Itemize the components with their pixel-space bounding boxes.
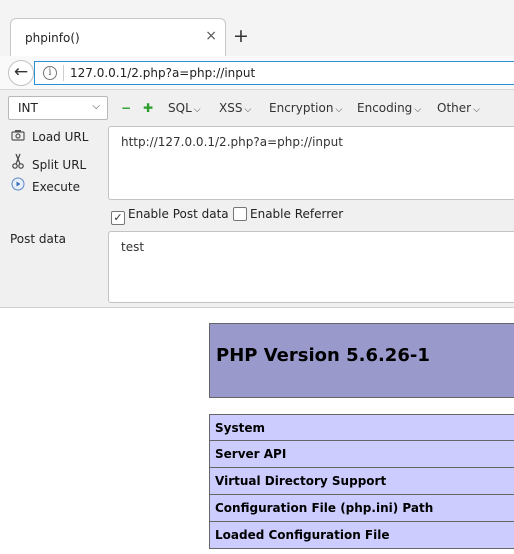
php-info-table: System Server API Virtual Directory Supp…: [209, 414, 514, 549]
navigation-bar: ← i 127.0.0.1/2.php?a=php://input: [0, 56, 514, 90]
chevron-down-icon: ⌵: [335, 105, 343, 115]
hackbar-toolbar: INT ⌵ − ✚ SQL ⌵ XSS ⌵ Encryption ⌵ Encoding…: [0, 90, 514, 124]
load-url-icon: [10, 129, 26, 144]
address-bar[interactable]: i 127.0.0.1/2.php?a=php://input: [34, 61, 514, 85]
enable-post-checkbox[interactable]: ✓: [111, 211, 125, 225]
site-info-icon[interactable]: i: [43, 66, 57, 80]
menu-other-label: Other: [437, 101, 472, 115]
tab-title: phpinfo(): [25, 31, 80, 45]
decrement-icon[interactable]: −: [121, 101, 131, 115]
post-data-textarea[interactable]: test: [108, 231, 514, 303]
table-row: System: [209, 414, 514, 441]
load-url-button[interactable]: Load URL: [10, 129, 88, 144]
encoding-type-select[interactable]: INT ⌵: [8, 96, 108, 120]
enable-referrer-checkbox[interactable]: [233, 207, 247, 221]
menu-xss-label: XSS: [219, 101, 243, 115]
hackbar-panel: Load URL Split URL Execute http://127.0.…: [0, 124, 514, 308]
php-version-header: PHP Version 5.6.26-1: [209, 323, 514, 398]
menu-sql-label: SQL: [168, 101, 192, 115]
increment-icon[interactable]: ✚: [143, 101, 153, 115]
chevron-down-icon: ⌵: [414, 105, 422, 115]
menu-other[interactable]: Other ⌵: [437, 101, 480, 115]
chevron-down-icon: ⌵: [473, 105, 480, 115]
table-row: Configuration File (php.ini) Path: [209, 495, 514, 522]
table-row: Loaded Configuration File: [209, 522, 514, 549]
menu-encoding[interactable]: Encoding ⌵: [357, 101, 421, 115]
split-url-label: Split URL: [32, 158, 87, 172]
enable-post-label: Enable Post data: [128, 207, 229, 221]
execute-label: Execute: [32, 180, 80, 194]
enable-referrer-label: Enable Referrer: [250, 207, 344, 221]
chevron-down-icon: ⌵: [244, 105, 252, 115]
menu-encryption-label: Encryption: [269, 101, 334, 115]
menu-xss[interactable]: XSS ⌵: [219, 101, 251, 115]
table-row: Server API: [209, 441, 514, 468]
menu-sql[interactable]: SQL ⌵: [168, 101, 201, 115]
execute-button[interactable]: Execute: [10, 177, 80, 194]
chevron-down-icon: ⌵: [193, 105, 201, 115]
php-version-title: PHP Version 5.6.26-1: [216, 345, 430, 366]
url-textarea[interactable]: http://127.0.0.1/2.php?a=php://input: [108, 126, 514, 200]
back-arrow-icon[interactable]: ←: [8, 60, 34, 86]
new-tab-icon[interactable]: +: [233, 24, 249, 48]
menu-encryption[interactable]: Encryption ⌵: [269, 101, 342, 115]
address-text[interactable]: 127.0.0.1/2.php?a=php://input: [70, 66, 255, 80]
play-icon: [10, 177, 26, 194]
tab-close-icon[interactable]: ×: [205, 28, 217, 44]
browser-tab[interactable]: phpinfo() ×: [10, 18, 226, 56]
menu-encoding-label: Encoding: [357, 101, 413, 115]
enable-referrer-toggle[interactable]: Enable Referrer: [233, 207, 343, 221]
scissors-icon: [10, 153, 26, 172]
table-row: Virtual Directory Support: [209, 468, 514, 495]
split-url-button[interactable]: Split URL: [10, 153, 86, 172]
address-separator: [63, 65, 64, 81]
load-url-label: Load URL: [32, 130, 89, 144]
tab-bar: phpinfo() × +: [0, 0, 514, 56]
enable-post-toggle[interactable]: ✓ Enable Post data: [111, 207, 229, 225]
encoding-type-value: INT: [18, 101, 38, 115]
post-data-label: Post data: [10, 232, 66, 246]
chevron-down-icon: ⌵: [92, 101, 100, 112]
